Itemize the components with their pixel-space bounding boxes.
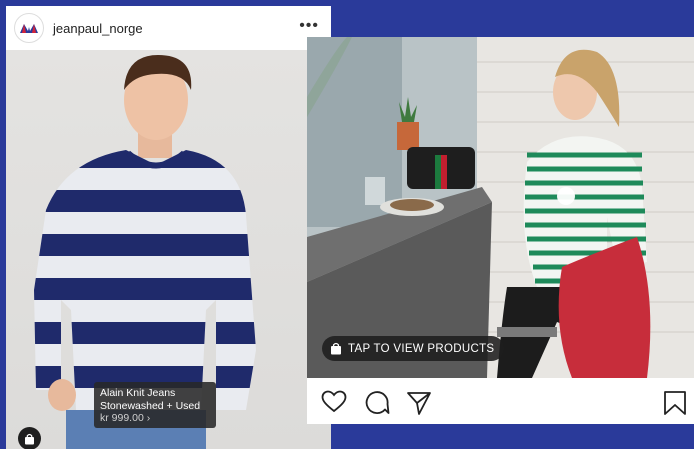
more-options-button[interactable]: •••	[299, 17, 319, 35]
product-name-line2: Stonewashed + Used	[100, 399, 201, 412]
tap-to-view-products-label: TAP TO VIEW PRODUCTS	[348, 342, 495, 355]
product-dot-marker[interactable]	[557, 187, 575, 205]
share-icon[interactable]	[406, 390, 432, 416]
product-name-line1: Alain Knit Jeans	[100, 387, 176, 399]
product-price: kr 999.00 ›	[100, 412, 151, 424]
post-header: jeanpaul_norge •••	[6, 6, 331, 50]
brand-logo-icon[interactable]	[14, 13, 44, 43]
heart-icon[interactable]	[321, 390, 347, 414]
product-tag[interactable]: Alain Knit Jeans Stonewashed + Used kr 9…	[94, 382, 216, 428]
post-action-bar	[307, 378, 694, 424]
comment-icon[interactable]	[364, 390, 390, 416]
right-post-photo[interactable]: TAP TO VIEW PRODUCTS	[307, 37, 694, 378]
shopping-bag-icon[interactable]	[18, 427, 41, 449]
left-post-card: jeanpaul_norge ••• Alain Knit Jeans Ston…	[6, 6, 331, 449]
cafe-scene-illustration	[307, 37, 694, 378]
username[interactable]: jeanpaul_norge	[53, 21, 143, 36]
bookmark-icon[interactable]	[663, 390, 687, 416]
right-post-card: TAP TO VIEW PRODUCTS	[307, 37, 694, 424]
left-post-photo[interactable]: Alain Knit Jeans Stonewashed + Used kr 9…	[6, 50, 331, 449]
tap-to-view-products-button[interactable]: TAP TO VIEW PRODUCTS	[322, 336, 505, 361]
shopping-bag-icon	[331, 342, 341, 355]
